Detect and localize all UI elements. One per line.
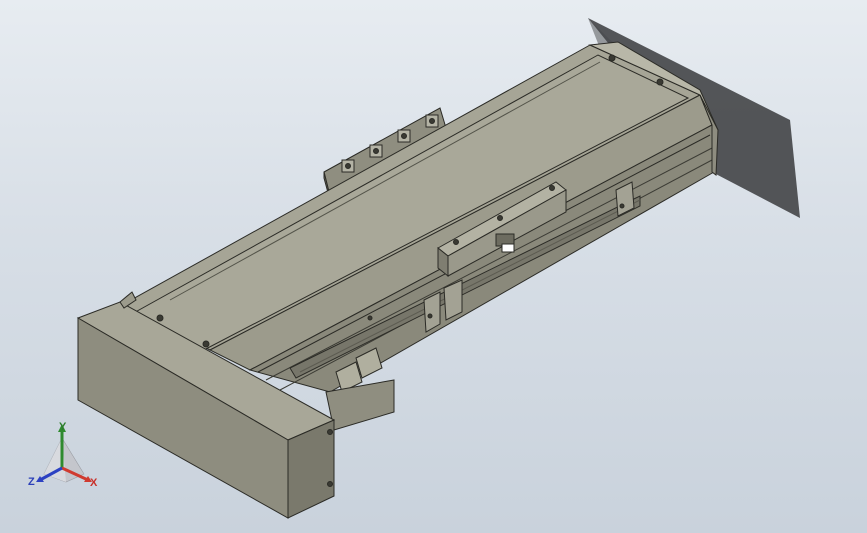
x-axis-label: X xyxy=(90,477,98,489)
z-axis-label: Z xyxy=(28,476,35,488)
triad-graphic xyxy=(36,424,92,483)
coordinate-triad[interactable]: Y X Z xyxy=(22,418,112,493)
y-axis-label: Y xyxy=(59,421,67,433)
graphics-viewport[interactable]: Y X Z xyxy=(0,0,867,533)
rail-body xyxy=(120,41,719,393)
cad-model-view[interactable] xyxy=(0,0,867,533)
